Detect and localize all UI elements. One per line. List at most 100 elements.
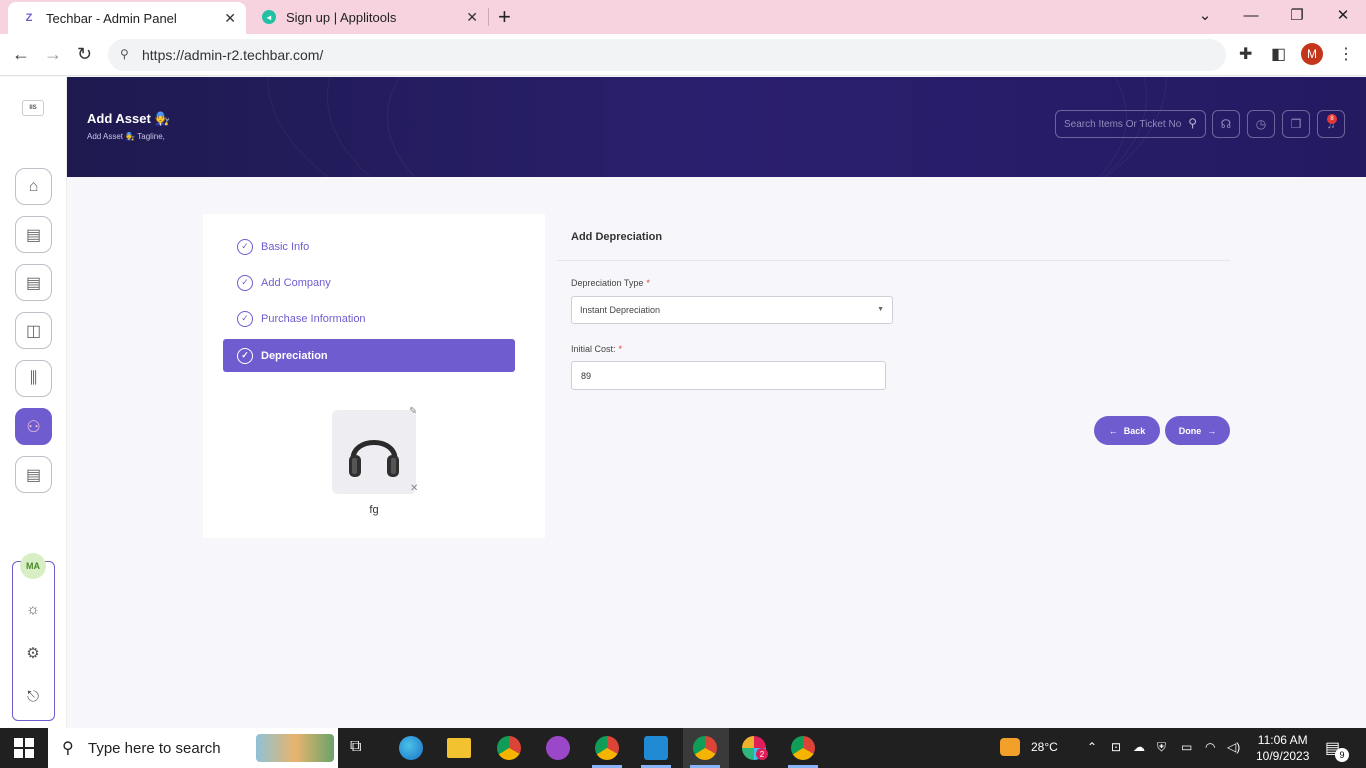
wps-app-icon[interactable]: [546, 736, 570, 760]
app-logo[interactable]: IIS: [22, 100, 44, 116]
search-input[interactable]: Search Items Or Ticket No ⚲: [1055, 110, 1206, 138]
step-add-company[interactable]: ✓ Add Company: [223, 266, 515, 299]
sidebar-item-inventory[interactable]: ◫: [15, 312, 52, 349]
document-edit-icon: ▤: [25, 226, 42, 244]
sidebar-item-notes[interactable]: ▤: [15, 456, 52, 493]
done-label: Done: [1178, 425, 1202, 436]
file-explorer-icon[interactable]: [447, 738, 471, 758]
chrome-profile-app-icon[interactable]: [595, 736, 619, 760]
initial-cost-field[interactable]: 89: [571, 361, 886, 390]
arrow-right-icon: →: [1207, 425, 1217, 436]
history-button[interactable]: ◷: [1247, 110, 1275, 138]
slack-badge: 2: [756, 748, 768, 760]
reload-icon[interactable]: ↻: [77, 44, 92, 65]
step-label: Depreciation: [261, 349, 328, 362]
chrome-active-app-icon[interactable]: [693, 736, 717, 760]
header-banner: Add Asset 🧑‍🔧 Add Asset 🧑‍🔧 Tagline, Sea…: [67, 77, 1366, 177]
battery-icon[interactable]: ▭: [1181, 740, 1192, 754]
close-window-button[interactable]: ✕: [1320, 0, 1366, 30]
arrow-left-icon: ←: [1108, 425, 1118, 436]
sun-icon[interactable]: ☼: [24, 601, 42, 618]
avatar[interactable]: MA: [20, 553, 46, 579]
initial-cost-label: Initial Cost: *: [571, 344, 622, 354]
label-text: Initial Cost:: [571, 344, 616, 354]
volume-icon[interactable]: ◁): [1227, 740, 1240, 754]
browser-toolbar: ← → ↻ ⚲ https://admin-r2.techbar.com/ ✚ …: [0, 34, 1366, 76]
profile-avatar[interactable]: M: [1301, 43, 1323, 65]
depreciation-type-label: Depreciation Type *: [571, 278, 650, 288]
close-icon[interactable]: ✕: [466, 9, 478, 26]
sidebar-item-tickets[interactable]: ▤: [15, 216, 52, 253]
task-view-icon[interactable]: ⧉: [350, 738, 361, 756]
meet-now-icon[interactable]: ⊡: [1111, 740, 1121, 754]
sidebar: IIS ⌂ ▤ ▤ ◫ ⫼ ⚇ ▤ MA ☼ ⚙ ⎋: [0, 77, 67, 728]
extensions-icon[interactable]: ✚: [1239, 44, 1252, 64]
chevron-up-icon[interactable]: ⌃: [1087, 740, 1097, 754]
sidebar-item-reports[interactable]: ▤: [15, 264, 52, 301]
search-icon[interactable]: ⚲: [1188, 116, 1197, 130]
side-panel-icon[interactable]: ◧: [1271, 44, 1286, 64]
label-text: Depreciation Type: [571, 278, 644, 288]
sidebar-item-users[interactable]: ⚇: [15, 408, 52, 445]
gear-icon[interactable]: ⚙: [24, 644, 42, 662]
form-title: Add Depreciation: [571, 231, 663, 243]
new-tab-button[interactable]: +: [498, 4, 511, 30]
caret-down-icon: ▼: [877, 306, 884, 313]
chrome-app-icon[interactable]: [497, 736, 521, 760]
url-text: https://admin-r2.techbar.com/: [142, 47, 324, 63]
sidebar-item-home[interactable]: ⌂: [15, 168, 52, 205]
weather-temp[interactable]: 28°C: [1031, 740, 1058, 754]
tab-search-chevron-icon[interactable]: ⌄: [1182, 0, 1228, 30]
back-arrow-icon[interactable]: ←: [12, 44, 30, 65]
logout-icon[interactable]: ⎋: [24, 688, 42, 705]
search-highlight-illustration: [256, 734, 334, 762]
edge-app-icon[interactable]: [399, 736, 423, 760]
windows-start-icon[interactable]: [14, 738, 34, 758]
wifi-icon[interactable]: ◠: [1205, 740, 1215, 754]
stepper-card: ✓ Basic Info ✓ Add Company ✓ Purchase In…: [203, 214, 545, 538]
applitools-favicon-icon: ◂: [262, 10, 276, 24]
input-value: 89: [581, 370, 592, 381]
tab-techbar[interactable]: Z Techbar - Admin Panel ✕: [8, 2, 246, 34]
document-edit-icon: ▤: [25, 274, 42, 292]
step-basic-info[interactable]: ✓ Basic Info: [223, 230, 515, 263]
close-icon[interactable]: ✕: [224, 10, 236, 27]
weather-icon[interactable]: [1000, 738, 1020, 756]
support-button[interactable]: ☊: [1212, 110, 1240, 138]
image-caption: fg: [369, 504, 379, 516]
security-icon[interactable]: ⛨: [1157, 740, 1166, 755]
taskbar-clock[interactable]: 11:06 AM 10/9/2023: [1256, 732, 1309, 764]
minimize-button[interactable]: —: [1228, 0, 1274, 30]
restore-button[interactable]: ❐: [1274, 0, 1320, 30]
address-bar[interactable]: ⚲ https://admin-r2.techbar.com/: [108, 39, 1226, 71]
chat-button[interactable]: ❒: [1282, 110, 1310, 138]
vscode-app-icon[interactable]: [644, 736, 668, 760]
site-info-icon[interactable]: ⚲: [120, 47, 129, 61]
menu-kebab-icon[interactable]: ⋮: [1338, 44, 1354, 64]
onedrive-icon[interactable]: ☁: [1133, 740, 1145, 754]
step-purchase-information[interactable]: ✓ Purchase Information: [223, 302, 515, 335]
search-icon: ⚲: [62, 740, 74, 757]
chat-icon: ❒: [1290, 117, 1302, 131]
page-title: Add Asset 🧑‍🔧: [87, 111, 171, 126]
divider: [557, 260, 1230, 261]
tab-applitools[interactable]: ◂ Sign up | Applitools ✕: [248, 0, 488, 34]
taskbar-search-input[interactable]: ⚲ Type here to search: [48, 728, 338, 768]
forward-arrow-icon[interactable]: →: [44, 44, 62, 65]
pencil-icon[interactable]: ✎: [409, 406, 417, 417]
step-depreciation[interactable]: ✓ Depreciation: [223, 339, 515, 372]
bag-icon: ◫: [25, 322, 42, 340]
remove-image-icon[interactable]: ✕: [410, 483, 418, 494]
users-icon: ⚇: [26, 418, 41, 436]
page-tagline: Add Asset 🧑‍🔧 Tagline,: [87, 132, 165, 141]
document-edit-icon: ▤: [25, 466, 42, 484]
check-circle-icon: ✓: [237, 347, 253, 364]
os-taskbar: ⚲ Type here to search ⧉ 2 28°C ⌃ ⊡ ☁ ⛨ ▭…: [0, 728, 1366, 768]
back-button[interactable]: ← Back: [1094, 416, 1160, 445]
depreciation-type-select[interactable]: Instant Depreciation ▼: [571, 296, 893, 324]
chrome-app-icon[interactable]: [791, 736, 815, 760]
sidebar-item-settings[interactable]: ⫼: [15, 360, 52, 397]
required-mark: *: [646, 278, 650, 288]
check-circle-icon: ✓: [237, 310, 253, 327]
done-button[interactable]: Done →: [1165, 416, 1230, 445]
